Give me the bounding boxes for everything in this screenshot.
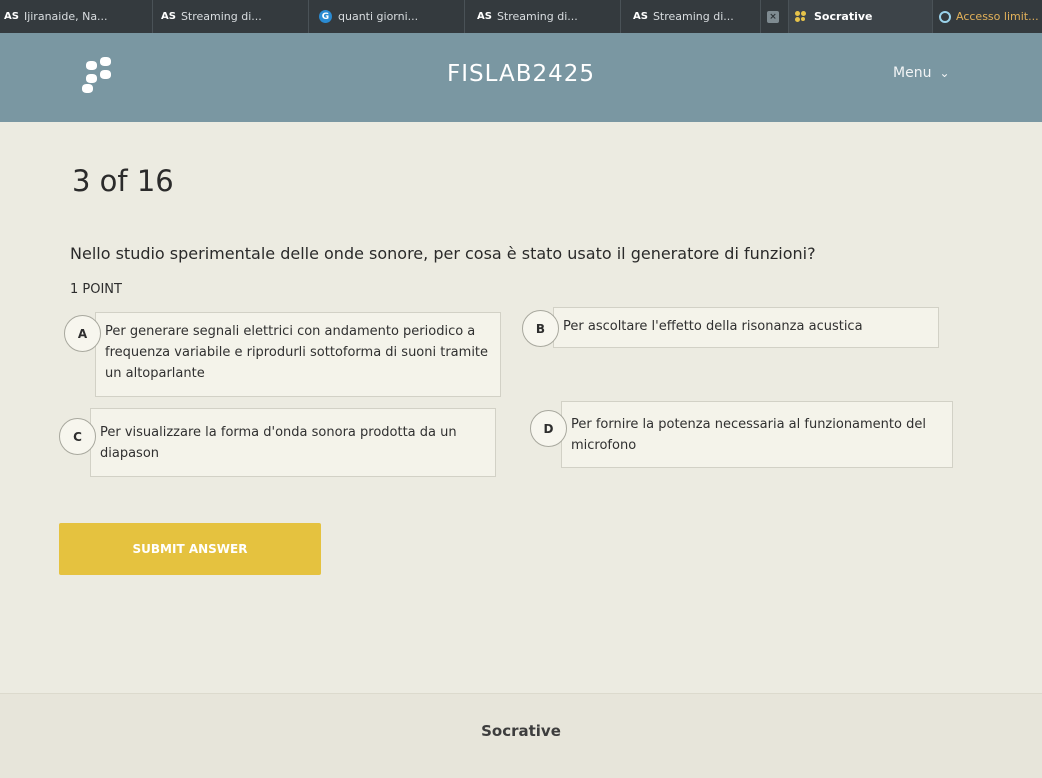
room-title: FISLAB2425 (447, 61, 595, 87)
menu-label: Menu (893, 65, 932, 81)
as-favicon-icon: AS (161, 11, 176, 22)
answer-choice-b[interactable]: B Per ascoltare l'effetto della risonanz… (522, 307, 939, 348)
socrative-favicon-icon (795, 10, 809, 23)
choice-text: Per generare segnali elettrici con andam… (95, 312, 501, 397)
as-favicon-icon: AS (633, 11, 648, 22)
browser-tab-4[interactable]: AS Streaming di... (464, 0, 620, 33)
browser-tab-6[interactable]: × (760, 0, 788, 33)
as-favicon-icon: AS (477, 11, 492, 22)
question-counter: 3 of 16 (72, 164, 174, 198)
question-text: Nello studio sperimentale delle onde son… (70, 244, 816, 263)
choice-text: Per ascoltare l'effetto della risonanza … (553, 307, 939, 348)
as-favicon-icon: AS (4, 11, 19, 22)
browser-tab-label: Ijiranaide, Na... (23, 10, 108, 23)
choice-text: Per fornire la potenza necessaria al fun… (561, 401, 953, 468)
globe-icon (939, 10, 951, 23)
submit-answer-button[interactable]: SUBMIT ANSWER (59, 523, 321, 575)
answer-choice-d[interactable]: D Per fornire la potenza necessaria al f… (530, 401, 953, 468)
menu-button[interactable]: Menu ⌄ (893, 65, 950, 81)
close-tab-icon: × (767, 10, 779, 23)
browser-tab-5[interactable]: AS Streaming di... (620, 0, 760, 33)
app-header: FISLAB2425 Menu ⌄ (0, 33, 1042, 122)
browser-tab-label: Streaming di... (652, 10, 734, 23)
choice-letter: B (522, 310, 559, 347)
choice-letter: C (59, 418, 96, 455)
browser-tab-label: quanti giorni... (338, 10, 419, 23)
google-favicon-icon: G (319, 10, 332, 23)
browser-tab-bar: AS Ijiranaide, Na... AS Streaming di... … (0, 0, 1042, 33)
points-label: 1 POINT (70, 282, 122, 297)
choice-letter: D (530, 410, 567, 447)
browser-tab-label: Accesso limit... (956, 10, 1039, 23)
browser-tab-label: Socrative (814, 10, 873, 23)
chevron-down-icon: ⌄ (939, 66, 950, 80)
answer-choice-c[interactable]: C Per visualizzare la forma d'onda sonor… (59, 408, 496, 477)
browser-tab-label: Streaming di... (180, 10, 262, 23)
choice-text: Per visualizzare la forma d'onda sonora … (90, 408, 496, 477)
browser-tab-socrative[interactable]: Socrative (788, 0, 932, 33)
choice-letter: A (64, 315, 101, 352)
answer-choice-a[interactable]: A Per generare segnali elettrici con and… (64, 312, 501, 397)
browser-tab-label: Streaming di... (496, 10, 578, 23)
footer-brand: Socrative (481, 722, 561, 740)
browser-tab-3[interactable]: G quanti giorni... (308, 0, 464, 33)
browser-tab-2[interactable]: AS Streaming di... (152, 0, 308, 33)
page-footer: Socrative (0, 693, 1042, 778)
browser-tab-1[interactable]: AS Ijiranaide, Na... (0, 0, 152, 33)
browser-tab-8[interactable]: Accesso limit... (932, 0, 1042, 33)
